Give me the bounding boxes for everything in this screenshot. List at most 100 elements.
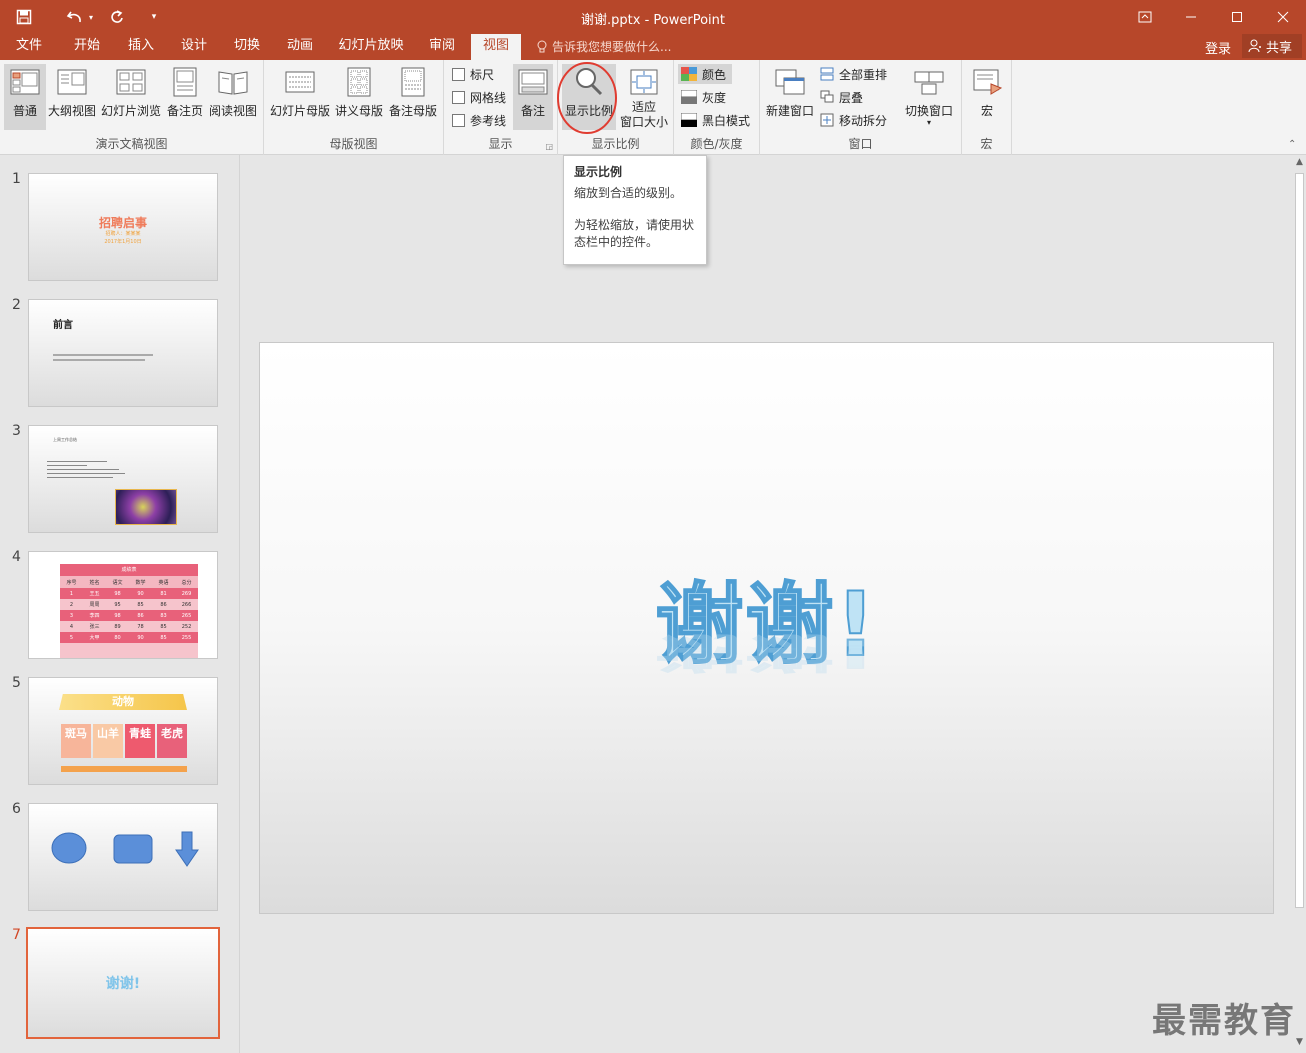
slide-sorter-button[interactable]: 幻灯片浏览 xyxy=(100,64,162,130)
new-window-button[interactable]: 新建窗口 xyxy=(764,64,816,130)
arrange-all-icon xyxy=(820,67,834,81)
cascade-button[interactable]: 层叠 xyxy=(820,87,863,107)
slide-thumbnail-row: 7 谢谢! xyxy=(0,927,240,1039)
slide-thumbnail-row: 4 成绩表 序号 姓名 语文 数学 英语 总分 1 王五 98 90 81 269 2 周周… xyxy=(0,549,240,659)
tab-design[interactable]: 设计 xyxy=(171,34,217,60)
macros-button[interactable]: 宏 xyxy=(968,64,1006,130)
table-cell: 255 xyxy=(181,634,192,641)
group-color-grayscale: 颜色 灰度 黑白模式 颜色/灰度 xyxy=(674,60,760,155)
black-white-button[interactable]: 黑白模式 xyxy=(681,110,750,130)
new-window-icon xyxy=(775,69,805,95)
outline-view-button[interactable]: 大纲视图 xyxy=(48,64,96,130)
dialog-launcher-icon[interactable]: ◲ xyxy=(545,142,553,151)
maximize-icon[interactable] xyxy=(1214,0,1260,34)
group-label: 显示比例 xyxy=(591,137,640,151)
tooltip-line2: 为轻松缩放，请使用状态栏中的控件。 xyxy=(574,218,695,249)
thumb-date: 2017年1月10日 xyxy=(104,239,142,245)
table-cell: 86 xyxy=(137,612,144,619)
thumb-card: 青蛙 xyxy=(125,724,155,758)
normal-view-button[interactable]: 普通 xyxy=(4,64,46,130)
table-cell: 98 xyxy=(114,612,121,619)
gridlines-checkbox[interactable]: 网格线 xyxy=(452,87,506,107)
slide-thumbnail-4[interactable]: 成绩表 序号 姓名 语文 数学 英语 总分 1 王五 98 90 81 269 2 周周 95… xyxy=(28,551,218,659)
handout-master-icon xyxy=(347,67,371,97)
guides-checkbox[interactable]: 参考线 xyxy=(452,110,506,130)
scrollbar-thumb[interactable] xyxy=(1295,173,1304,908)
notes-master-button[interactable]: 备注母版 xyxy=(386,64,440,130)
thumb-subtitle: 招聘人：某某某 xyxy=(105,231,141,237)
slide-thumbnail-3[interactable]: 上周工作总结 xyxy=(28,425,218,533)
tell-me-box[interactable]: 告诉我您想要做什么... xyxy=(536,38,671,55)
ribbon-display-options-icon[interactable] xyxy=(1122,0,1168,34)
table-cell: 2 xyxy=(69,601,74,608)
slide-thumbnail-row: 6 xyxy=(0,801,240,911)
handout-master-button[interactable]: 讲义母版 xyxy=(334,64,384,130)
switch-windows-icon xyxy=(914,71,944,95)
sign-in-link[interactable]: 登录 xyxy=(1205,38,1231,57)
collapse-ribbon-icon[interactable]: ⌃ xyxy=(1288,139,1296,150)
tab-view[interactable]: 视图 xyxy=(471,34,521,60)
group-presentation-views: 普通 大纲视图 幻灯片浏览 备注页 阅读视图 演示文稿视图 xyxy=(0,60,264,155)
scroll-up-icon[interactable]: ▲ xyxy=(1294,157,1305,169)
color-button[interactable]: 颜色 xyxy=(678,64,732,84)
slide-thumbnail-1[interactable]: 招聘启事 招聘人：某某某 2017年1月10日 xyxy=(28,173,218,281)
table-cell: 89 xyxy=(114,623,121,630)
table-header-row: 序号 姓名 语文 数学 英语 总分 xyxy=(60,576,198,588)
group-label: 宏 xyxy=(980,137,993,151)
slide-thumbnail-2[interactable]: 前言 xyxy=(28,299,218,407)
table-header: 序号 xyxy=(66,579,77,586)
table-cell: 张三 xyxy=(89,624,100,630)
reading-view-icon xyxy=(218,71,248,95)
table-cell: 1 xyxy=(69,590,74,597)
notes-page-button[interactable]: 备注页 xyxy=(164,64,206,130)
thumb-shapes xyxy=(51,831,199,867)
tab-animations[interactable]: 动画 xyxy=(277,34,323,60)
slide-thumbnail-6[interactable] xyxy=(28,803,218,911)
thumb-card: 山羊 xyxy=(93,724,123,758)
table-cell: 95 xyxy=(114,601,121,608)
minimize-icon[interactable] xyxy=(1168,0,1214,34)
black-white-icon xyxy=(681,113,697,127)
cascade-icon xyxy=(820,90,834,103)
tab-slideshow[interactable]: 幻灯片放映 xyxy=(333,34,409,60)
lightbulb-icon xyxy=(537,40,547,52)
share-button[interactable]: 共享 xyxy=(1242,34,1302,58)
group-label: 母版视图 xyxy=(329,137,378,151)
tab-file[interactable]: 文件 xyxy=(6,34,52,60)
slide-thumbnail-5[interactable]: 动物 斑马 山羊 青蛙 老虎 xyxy=(28,677,218,785)
notes-button[interactable]: 备注 xyxy=(513,64,553,130)
slide-thumbnail-row: 1 招聘启事 招聘人：某某某 2017年1月10日 xyxy=(0,171,240,281)
slide-thumbnail-7[interactable]: 谢谢! xyxy=(26,927,220,1039)
move-split-button[interactable]: 移动拆分 xyxy=(820,110,887,130)
vertical-scrollbar[interactable]: ▲ ▼ xyxy=(1293,155,1306,1053)
thumb-card: 斑马 xyxy=(61,724,91,758)
reading-view-button[interactable]: 阅读视图 xyxy=(208,64,258,130)
slide-thumbnail-row: 5 动物 斑马 山羊 青蛙 老虎 xyxy=(0,675,240,785)
tab-home[interactable]: 开始 xyxy=(64,34,110,60)
group-window: 新建窗口 全部重排 层叠 移动拆分 切换窗口 ▾ 窗口 xyxy=(760,60,962,155)
thumb-text-line xyxy=(53,359,145,361)
switch-windows-button[interactable]: 切换窗口 ▾ xyxy=(902,64,956,130)
arrange-all-button[interactable]: 全部重排 xyxy=(820,64,887,84)
slide-master-button[interactable]: 幻灯片母版 xyxy=(268,64,332,130)
table-cell: 3 xyxy=(69,612,74,619)
table-row: 2 周周 95 85 86 266 xyxy=(60,599,198,610)
table-cell: 252 xyxy=(181,623,192,630)
highlight-circle xyxy=(557,62,617,134)
thumb-table: 序号 姓名 语文 数学 英语 总分 1 王五 98 90 81 269 2 周周 95 85 86… xyxy=(60,576,198,658)
ribbon: 普通 大纲视图 幻灯片浏览 备注页 阅读视图 演示文稿视图 幻灯片母版 讲义母版 xyxy=(0,60,1306,155)
close-icon[interactable] xyxy=(1260,0,1306,34)
ruler-checkbox[interactable]: 标尺 xyxy=(452,64,494,84)
thumb-table-title: 成绩表 xyxy=(60,564,198,576)
tab-review[interactable]: 审阅 xyxy=(419,34,465,60)
fit-to-window-button[interactable]: 适应 窗口大小 xyxy=(618,64,670,130)
grayscale-button[interactable]: 灰度 xyxy=(681,87,726,107)
chevron-down-icon: ▾ xyxy=(926,118,931,127)
tab-transitions[interactable]: 切换 xyxy=(224,34,270,60)
group-label: 窗口 xyxy=(848,137,873,151)
current-slide[interactable]: 谢谢! 谢谢! xyxy=(259,342,1274,914)
slide-thumbnail-row: 2 前言 xyxy=(0,297,240,407)
group-label: 演示文稿视图 xyxy=(95,137,168,151)
slide-number: 2 xyxy=(12,297,21,313)
tab-insert[interactable]: 插入 xyxy=(118,34,164,60)
